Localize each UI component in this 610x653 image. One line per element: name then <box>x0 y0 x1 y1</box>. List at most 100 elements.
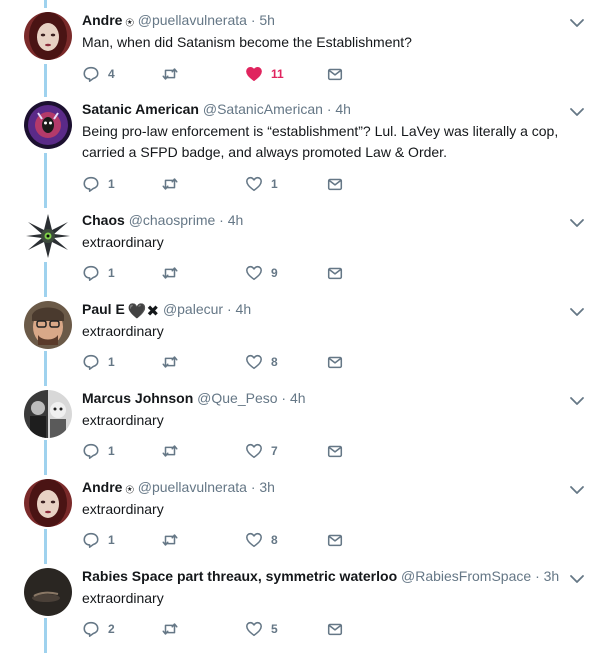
avatar-image <box>24 390 72 438</box>
reply-count: 1 <box>108 177 115 191</box>
tweet-actions: 4 11 <box>82 64 352 84</box>
tweet-header: Andre ⍟ @puellavulnerata · 5h <box>82 11 275 32</box>
user-handle[interactable]: @SatanicAmerican <box>203 101 323 117</box>
tweet[interactable]: Satanic American @SatanicAmerican · 4h B… <box>0 89 610 192</box>
like-count: 5 <box>271 622 278 636</box>
tweet-header: Marcus Johnson @Que_Peso · 4h <box>82 389 306 408</box>
like-button[interactable]: 1 <box>245 174 278 194</box>
chevron-down-icon[interactable] <box>569 17 585 29</box>
reply-icon <box>83 354 99 370</box>
like-count: 1 <box>271 177 278 191</box>
chevron-down-icon[interactable] <box>569 217 585 229</box>
avatar[interactable] <box>24 568 72 616</box>
timestamp[interactable]: 4h <box>290 390 306 406</box>
tweet-text: extraordinary <box>82 590 164 606</box>
direct-message-button[interactable] <box>326 64 344 84</box>
tweet[interactable]: Paul E 🖤✖ @palecur · 4h extraordinary 1 8 <box>0 289 610 378</box>
chevron-down-icon[interactable] <box>569 395 585 407</box>
like-button[interactable]: 8 <box>245 530 278 550</box>
tweet[interactable]: Chaos @chaosprime · 4h extraordinary 1 9 <box>0 200 610 289</box>
reply-button[interactable]: 1 <box>82 263 115 283</box>
display-name[interactable]: Marcus Johnson <box>82 390 193 406</box>
reply-icon <box>83 176 99 192</box>
retweet-button[interactable] <box>161 64 187 84</box>
heart-icon <box>246 176 262 192</box>
display-name[interactable]: Andre <box>82 479 122 495</box>
retweet-button[interactable] <box>161 441 187 461</box>
chevron-down-icon[interactable] <box>569 306 585 318</box>
reply-button[interactable]: 1 <box>82 174 115 194</box>
user-handle[interactable]: @palecur <box>163 301 223 317</box>
direct-message-button[interactable] <box>326 441 344 461</box>
user-handle[interactable]: @puellavulnerata <box>138 479 247 495</box>
tweet[interactable]: Marcus Johnson @Que_Peso · 4h extraordin… <box>0 378 610 467</box>
like-button[interactable]: 11 <box>245 64 284 84</box>
direct-message-button[interactable] <box>326 530 344 550</box>
reply-button[interactable]: 1 <box>82 530 115 550</box>
avatar[interactable] <box>24 301 72 349</box>
display-name[interactable]: Chaos <box>82 212 125 228</box>
display-name[interactable]: Andre <box>82 12 122 28</box>
chevron-down-icon[interactable] <box>569 484 585 496</box>
chevron-down-icon[interactable] <box>569 573 585 585</box>
like-button[interactable]: 9 <box>245 263 278 283</box>
name-emoji: ⍟ <box>125 481 134 497</box>
avatar-image <box>24 101 72 149</box>
tweet[interactable]: Andre ⍟ @puellavulnerata · 5h Man, when d… <box>0 0 610 89</box>
user-handle[interactable]: @puellavulnerata <box>138 12 247 28</box>
tweet[interactable]: Rabies Space part threaux, symmetric wat… <box>0 556 610 645</box>
display-name[interactable]: Satanic American <box>82 101 199 117</box>
timestamp[interactable]: 5h <box>259 12 275 28</box>
reply-button[interactable]: 1 <box>82 352 115 372</box>
timestamp[interactable]: 3h <box>259 479 275 495</box>
chevron-down-icon[interactable] <box>569 106 585 118</box>
heart-icon <box>246 532 262 548</box>
tweet-header: Chaos @chaosprime · 4h <box>82 211 243 230</box>
avatar[interactable] <box>24 12 72 60</box>
avatar[interactable] <box>24 479 72 527</box>
timestamp[interactable]: 4h <box>228 212 244 228</box>
avatar[interactable] <box>24 212 72 260</box>
tweet-header: Rabies Space part threaux, symmetric wat… <box>82 567 559 586</box>
like-button[interactable]: 8 <box>245 352 278 372</box>
display-name[interactable]: Paul E <box>82 301 125 317</box>
reply-button[interactable]: 4 <box>82 64 115 84</box>
direct-message-button[interactable] <box>326 352 344 372</box>
avatar[interactable] <box>24 390 72 438</box>
direct-message-button[interactable] <box>326 619 344 639</box>
timestamp[interactable]: 4h <box>335 101 351 117</box>
retweet-button[interactable] <box>161 619 187 639</box>
separator-dot: · <box>250 12 256 28</box>
retweet-button[interactable] <box>161 530 187 550</box>
like-button[interactable]: 7 <box>245 441 278 461</box>
envelope-icon <box>327 623 343 636</box>
reply-count: 2 <box>108 622 115 636</box>
reply-count: 1 <box>108 355 115 369</box>
like-button[interactable]: 5 <box>245 619 278 639</box>
user-handle[interactable]: @chaosprime <box>129 212 216 228</box>
user-handle[interactable]: @Que_Peso <box>197 390 277 406</box>
retweet-button[interactable] <box>161 174 187 194</box>
tweet-text: Man, when did Satanism become the Establ… <box>82 34 412 50</box>
tweet-header: Satanic American @SatanicAmerican · 4h <box>82 100 351 119</box>
tweet-header: Paul E 🖤✖ @palecur · 4h <box>82 300 251 321</box>
separator-dot: · <box>226 301 232 317</box>
avatar[interactable] <box>24 101 72 149</box>
display-name[interactable]: Rabies Space part threaux, symmetric wat… <box>82 568 397 584</box>
tweet[interactable]: Andre ⍟ @puellavulnerata · 3h extraordina… <box>0 467 610 556</box>
tweet-text: Being pro-law enforcement is “establishm… <box>82 123 559 160</box>
reply-count: 4 <box>108 67 115 81</box>
separator-dot: · <box>250 479 256 495</box>
user-handle[interactable]: @RabiesFromSpace <box>401 568 531 584</box>
retweet-button[interactable] <box>161 352 187 372</box>
timestamp[interactable]: 3h <box>544 568 560 584</box>
reply-button[interactable]: 1 <box>82 441 115 461</box>
timestamp[interactable]: 4h <box>236 301 252 317</box>
tweet-text: extraordinary <box>82 234 164 250</box>
tweet-actions: 1 8 <box>82 352 352 372</box>
retweet-button[interactable] <box>161 263 187 283</box>
reply-button[interactable]: 2 <box>82 619 115 639</box>
direct-message-button[interactable] <box>326 263 344 283</box>
direct-message-button[interactable] <box>326 174 344 194</box>
retweet-icon <box>162 267 178 279</box>
